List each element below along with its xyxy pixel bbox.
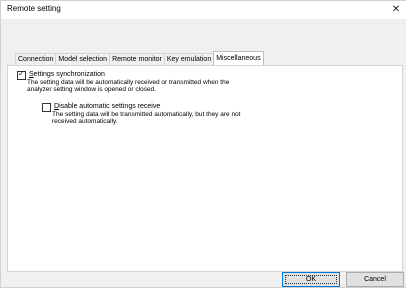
disable-receive-checkbox[interactable] [42, 103, 51, 112]
tab-panel-miscellaneous: ✓ Settings synchronization The setting d… [7, 65, 403, 272]
tab-model-selection[interactable]: Model selection [55, 53, 111, 65]
tab-connection[interactable]: Connection [15, 53, 57, 65]
dialog-title: Remote setting [7, 4, 61, 13]
settings-sync-description: The setting data will be automatically r… [27, 79, 230, 93]
focus-rectangle [285, 275, 337, 284]
tab-remote-monitor[interactable]: Remote monitor [109, 53, 165, 65]
disable-receive-label[interactable]: Disable automatic settings receive [54, 103, 160, 110]
tab-key-emulation[interactable]: Key emulation [163, 53, 215, 65]
title-bar: Remote setting ✕ [1, 1, 406, 19]
remote-setting-dialog: Remote setting ✕ Connection Model select… [0, 0, 406, 288]
tab-miscellaneous[interactable]: Miscellaneous [213, 51, 264, 65]
tab-strip: Connection Model selection Remote monito… [15, 51, 264, 65]
cancel-button[interactable]: Cancel [346, 272, 404, 287]
disable-receive-description: The setting data will be transmitted aut… [52, 111, 241, 125]
close-icon[interactable]: ✕ [388, 1, 404, 19]
ok-button[interactable]: OK [282, 272, 340, 287]
checkmark-icon: ✓ [18, 69, 25, 78]
settings-sync-checkbox[interactable]: ✓ [17, 69, 26, 80]
settings-sync-label[interactable]: Settings synchronization [29, 71, 105, 78]
